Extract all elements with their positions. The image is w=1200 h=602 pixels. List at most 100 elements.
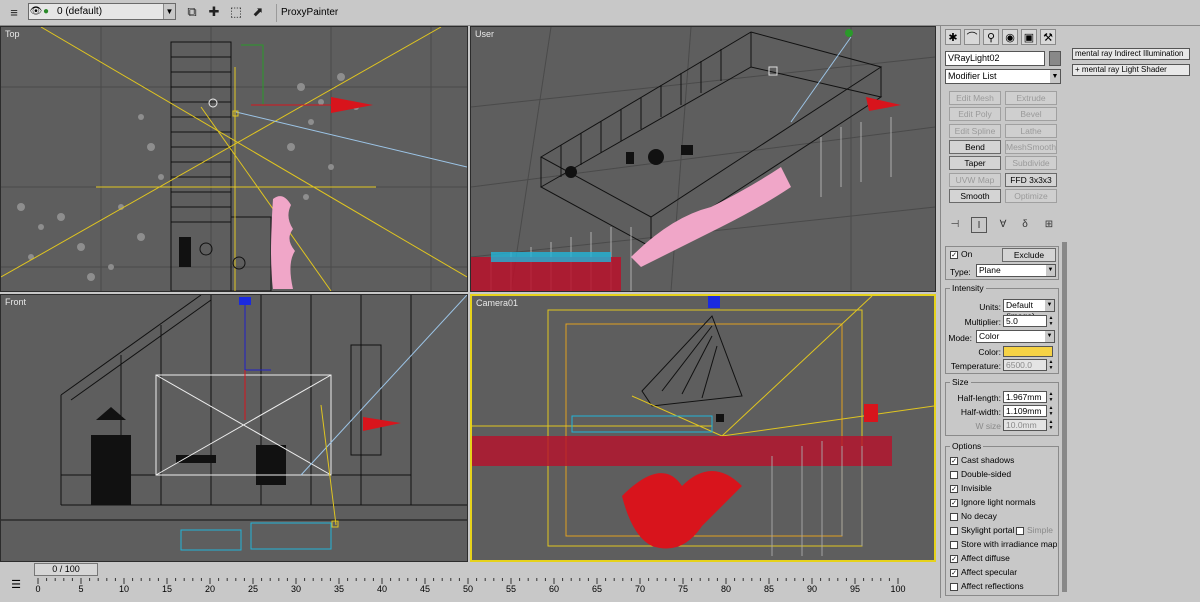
modifier-button[interactable]: Bend <box>949 139 1001 154</box>
w-size-spinner[interactable]: ▲ ▼ <box>1048 419 1054 431</box>
create-layer-icon[interactable]: ✚ <box>204 2 224 22</box>
check-mark[interactable]: ✓ <box>950 498 958 507</box>
modifier-button[interactable]: Taper <box>949 156 1001 171</box>
pin-stack-icon[interactable]: ⊣ <box>947 217 963 233</box>
front-view-scene <box>1 295 467 551</box>
create-tab-icon[interactable]: ✱ <box>945 29 961 45</box>
remove-modifier-icon[interactable]: δ <box>1017 217 1033 233</box>
expand-icon[interactable]: + <box>1075 65 1080 74</box>
panel-scrollbar[interactable] <box>1062 242 1067 592</box>
option-checkbox[interactable]: Skylight portal <box>950 525 1014 535</box>
teapot-icon[interactable]: ● <box>43 6 57 17</box>
check-mark[interactable] <box>950 470 958 479</box>
option-checkbox[interactable]: ✓ Ignore light normals <box>950 497 1036 507</box>
timeline-tick-label: 80 <box>720 584 732 594</box>
modifier-button[interactable]: FFD 3x3x3 <box>1005 172 1057 187</box>
intensity-title: Intensity <box>950 283 986 293</box>
check-mark[interactable] <box>950 526 958 535</box>
viewport-user[interactable]: User <box>470 26 936 292</box>
chevron-down-icon[interactable]: ▼ <box>1046 265 1055 276</box>
chevron-down-icon[interactable]: ▼ <box>163 4 175 19</box>
eye-icon[interactable]: 👁 <box>29 6 43 17</box>
viewport-label-top[interactable]: Top <box>5 29 20 39</box>
check-mark[interactable] <box>950 540 958 549</box>
exclude-button[interactable]: Exclude <box>1002 248 1056 262</box>
time-slider[interactable]: 0 / 100 <box>34 563 98 576</box>
viewport-camera[interactable]: Camera01 <box>470 294 936 562</box>
utilities-tab-icon[interactable]: ⚒ <box>1040 29 1056 45</box>
half-width-spinner[interactable]: ▲ ▼ <box>1048 405 1054 417</box>
simple-check-mark[interactable] <box>1016 526 1024 535</box>
object-name-field[interactable]: VRayLight02 <box>945 51 1045 66</box>
w-size-label: W size <box>975 421 1002 431</box>
half-width-field[interactable]: 1.109mm <box>1003 405 1047 417</box>
options-title: Options <box>950 441 984 451</box>
modifier-button[interactable]: Edit Mesh <box>949 91 1001 105</box>
chevron-down-icon[interactable]: ▼ <box>1050 70 1060 83</box>
option-checkbox[interactable]: ✓ Cast shadows <box>950 455 1014 465</box>
option-checkbox[interactable]: Affect reflections <box>950 581 1024 591</box>
modifier-button[interactable]: Edit Spline <box>949 123 1001 138</box>
viewport-front[interactable]: Front <box>0 294 468 562</box>
set-current-layer-icon[interactable]: ⬈ <box>248 2 268 22</box>
modifier-button[interactable]: Subdivide <box>1005 156 1057 171</box>
make-unique-icon[interactable]: ∀ <box>995 217 1011 233</box>
modifier-button[interactable]: Bevel <box>1005 107 1057 122</box>
modifier-button[interactable]: Optimize <box>1005 188 1057 203</box>
display-tab-icon[interactable]: ▣ <box>1021 29 1037 45</box>
motion-tab-icon[interactable]: ◉ <box>1002 29 1018 45</box>
half-length-field[interactable]: 1.967mm <box>1003 391 1047 403</box>
on-checkbox[interactable]: ✓ On <box>950 249 972 259</box>
on-check-mark[interactable]: ✓ <box>950 250 958 259</box>
select-layer-icon[interactable]: ⬚ <box>226 2 246 22</box>
check-mark[interactable]: ✓ <box>950 484 958 493</box>
half-length-spinner[interactable]: ▲ ▼ <box>1048 391 1054 403</box>
mode-dropdown[interactable]: Color ▼ <box>976 330 1055 343</box>
option-checkbox[interactable]: No decay <box>950 511 997 521</box>
indirect-illumination-item[interactable]: mental ray Indirect Illumination <box>1072 48 1190 60</box>
check-mark[interactable] <box>950 582 958 591</box>
show-end-result-icon[interactable]: Ι <box>971 217 987 233</box>
viewport-top[interactable]: Top <box>0 26 468 292</box>
modifier-button[interactable]: Extrude <box>1005 91 1057 105</box>
proxy-painter-button[interactable]: ProxyPainter <box>276 4 342 22</box>
modifier-button[interactable]: Lathe <box>1005 123 1057 138</box>
layers-icon[interactable]: ⧉ <box>182 2 202 22</box>
check-mark[interactable]: ✓ <box>950 568 958 577</box>
light-shader-item[interactable]: + mental ray Light Shader <box>1072 64 1190 76</box>
layer-dropdown[interactable]: 👁 ● 0 (default) ▼ <box>28 3 176 20</box>
timeline-tick-label: 25 <box>247 584 259 594</box>
option-checkbox[interactable]: ✓ Invisible <box>950 483 992 493</box>
option-checkbox[interactable]: Store with irradiance map <box>950 539 1057 549</box>
curve-editor-icon[interactable]: ☰ <box>8 578 24 592</box>
chevron-down-icon[interactable]: ▼ <box>1045 331 1054 342</box>
option-checkbox[interactable]: ✓ Affect specular <box>950 567 1017 577</box>
temperature-spinner[interactable]: ▲ ▼ <box>1048 359 1054 371</box>
mode-value: Color <box>979 331 1000 341</box>
configure-modifier-sets-icon[interactable]: ⊞ <box>1041 217 1057 233</box>
check-mark[interactable] <box>950 512 958 521</box>
hierarchy-tab-icon[interactable]: ⚲ <box>983 29 999 45</box>
check-mark[interactable]: ✓ <box>950 456 958 465</box>
modifier-button[interactable]: Smooth <box>949 188 1001 203</box>
check-mark[interactable]: ✓ <box>950 554 958 563</box>
option-checkbox[interactable]: ✓ Affect diffuse <box>950 553 1010 563</box>
modify-tab-icon[interactable]: ⌒ <box>964 29 980 45</box>
multiplier-field[interactable]: 5.0 <box>1003 315 1047 327</box>
intensity-group: Intensity Units: Default (image) ▼ Multi… <box>945 283 1059 374</box>
type-dropdown[interactable]: Plane ▼ <box>976 264 1056 277</box>
units-dropdown[interactable]: Default (image) ▼ <box>1003 299 1055 321</box>
light-color-swatch[interactable] <box>1003 346 1053 357</box>
multiplier-spinner[interactable]: ▲ ▼ <box>1048 315 1054 327</box>
modifier-button[interactable]: Edit Poly <box>949 107 1001 122</box>
temperature-field[interactable]: 6500.0 <box>1003 359 1047 371</box>
layer-manager-icon[interactable]: ≡ <box>4 2 24 22</box>
option-checkbox[interactable]: Double-sided <box>950 469 1011 479</box>
chevron-down-icon[interactable]: ▼ <box>1045 300 1054 311</box>
modifier-button[interactable]: MeshSmooth <box>1005 139 1057 154</box>
w-size-field[interactable]: 10.0mm <box>1003 419 1047 431</box>
modifier-list-dropdown[interactable]: Modifier List ▼ <box>945 69 1061 84</box>
simple-checkbox[interactable]: Simple <box>1016 525 1053 535</box>
modifier-button[interactable]: UVW Map <box>949 172 1001 187</box>
object-color-swatch[interactable] <box>1049 51 1061 66</box>
